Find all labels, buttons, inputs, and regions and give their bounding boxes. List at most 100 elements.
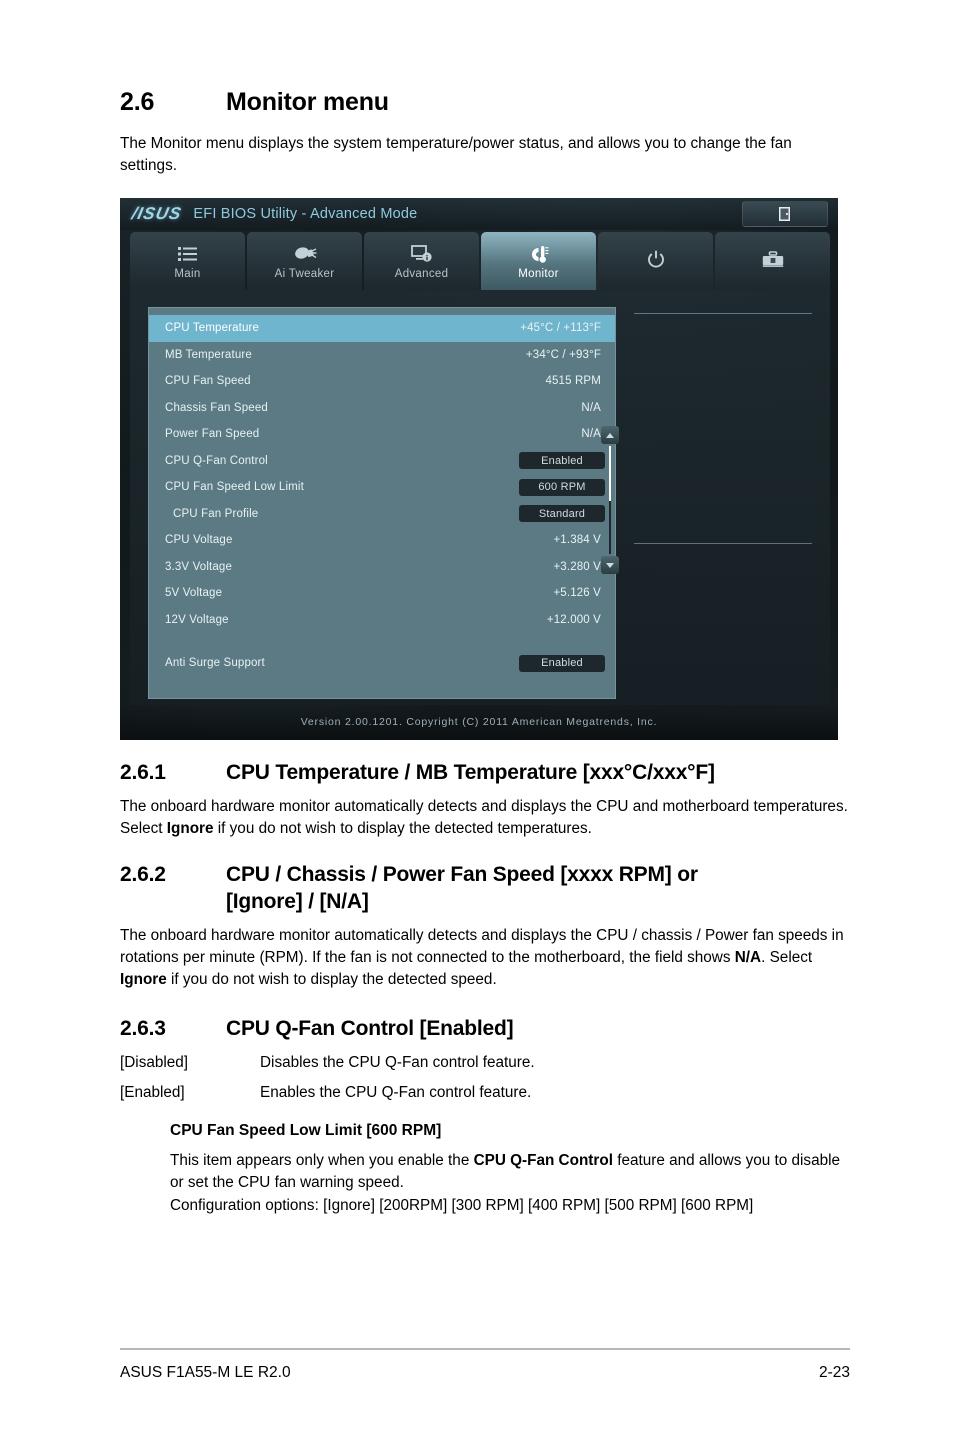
body-emphasis: CPU Q-Fan Control bbox=[473, 1152, 613, 1170]
bios-titlebar: /ISUS EFI BIOS Utility - Advanced Mode bbox=[120, 198, 838, 230]
body-part: if you do not wish to display the detect… bbox=[166, 971, 497, 989]
subsection-body: The onboard hardware monitor automatical… bbox=[120, 796, 850, 840]
tab-main-label: Main bbox=[174, 267, 201, 280]
nested-item-block: CPU Fan Speed Low Limit [600 RPM] This i… bbox=[170, 1122, 850, 1217]
body-part: This item appears only when you enable t… bbox=[170, 1152, 474, 1170]
list-scrollbar[interactable] bbox=[601, 426, 619, 574]
footer-page-number: 2-23 bbox=[818, 1364, 850, 1381]
section-number: 2.6 bbox=[120, 88, 155, 116]
subsection-2-6-3: 2.6.3 CPU Q-Fan Control [Enabled] [Disab… bbox=[120, 1016, 850, 1217]
subsection-title: CPU Temperature / MB Temperature [xxx°C/… bbox=[226, 761, 715, 784]
item-value-chip[interactable]: Enabled bbox=[519, 452, 605, 470]
bios-tab-bar[interactable]: Main Ai Tweaker Advanced Monitor bbox=[130, 232, 830, 290]
list-item[interactable]: CPU Q-Fan Control Enabled bbox=[149, 448, 615, 475]
toolbox-icon bbox=[762, 249, 784, 271]
list-item[interactable]: 3.3V Voltage +3.280 V bbox=[149, 554, 615, 581]
page: 2.6 Monitor menu The Monitor menu displa… bbox=[0, 0, 954, 1438]
item-value: +45°C / +113°F bbox=[520, 322, 601, 335]
option-row: [Disabled] Disables the CPU Q-Fan contro… bbox=[120, 1052, 850, 1074]
section-intro: The Monitor menu displays the system tem… bbox=[120, 135, 792, 175]
bios-content-area: CPU Temperature +45°C / +113°F MB Temper… bbox=[130, 290, 830, 705]
body-part: . Select bbox=[761, 948, 813, 966]
scroll-down-button[interactable] bbox=[601, 556, 619, 574]
list-item[interactable]: CPU Voltage +1.384 V bbox=[149, 527, 615, 554]
list-item[interactable]: CPU Fan Profile Standard bbox=[149, 501, 615, 528]
list-item[interactable]: CPU Temperature +45°C / +113°F bbox=[149, 315, 615, 342]
item-value-chip[interactable]: Standard bbox=[519, 505, 605, 523]
chevron-down-icon bbox=[606, 562, 614, 568]
exit-button[interactable] bbox=[742, 201, 828, 227]
item-label: 5V Voltage bbox=[165, 587, 223, 600]
item-value-chip[interactable]: Enabled bbox=[519, 654, 605, 672]
tab-advanced-label: Advanced bbox=[394, 267, 449, 280]
subsection-heading: 2.6.2 CPU / Chassis / Power Fan Speed [x… bbox=[120, 862, 850, 916]
subsection-number: 2.6.1 bbox=[120, 761, 166, 784]
option-desc: Enables the CPU Q-Fan control feature. bbox=[260, 1084, 532, 1102]
item-label: CPU Temperature bbox=[165, 322, 260, 335]
item-value-chip[interactable]: 600 RPM bbox=[519, 478, 605, 496]
tab-main[interactable]: Main bbox=[130, 232, 245, 290]
list-item[interactable]: CPU Fan Speed 4515 RPM bbox=[149, 368, 615, 395]
power-icon bbox=[646, 249, 666, 271]
list-item[interactable]: Chassis Fan Speed N/A bbox=[149, 395, 615, 422]
subsection-heading: 2.6.3 CPU Q-Fan Control [Enabled] bbox=[120, 1016, 850, 1043]
option-key: [Enabled] bbox=[120, 1084, 185, 1102]
item-value: +3.280 V bbox=[553, 560, 601, 573]
tab-monitor-label: Monitor bbox=[518, 267, 559, 280]
item-value: +1.384 V bbox=[553, 534, 601, 547]
item-value: +34°C / +93°F bbox=[525, 348, 601, 361]
body-emphasis: Ignore bbox=[166, 820, 214, 838]
chevron-up-icon bbox=[606, 432, 614, 438]
list-item[interactable]: 12V Voltage +12.000 V bbox=[149, 607, 615, 634]
tab-advanced[interactable]: Advanced bbox=[364, 232, 479, 290]
item-label: 3.3V Voltage bbox=[165, 560, 233, 573]
body-part: if you do not wish to display the detect… bbox=[213, 820, 592, 838]
item-label: CPU Fan Speed bbox=[165, 375, 251, 388]
body-emphasis: Ignore bbox=[120, 971, 167, 989]
item-value: N/A bbox=[581, 401, 601, 414]
subsection-heading: 2.6.1 CPU Temperature / MB Temperature [… bbox=[120, 760, 850, 787]
bios-version-text: Version 2.00.1201. Copyright (C) 2011 Am… bbox=[300, 716, 658, 728]
divider bbox=[634, 313, 812, 314]
monitor-info-icon bbox=[410, 243, 433, 265]
item-value: +12.000 V bbox=[546, 613, 601, 626]
list-item[interactable]: Power Fan Speed N/A bbox=[149, 421, 615, 448]
item-value: N/A bbox=[581, 428, 601, 441]
option-desc: Disables the CPU Q-Fan control feature. bbox=[260, 1053, 535, 1071]
footer-product-name: ASUS F1A55-M LE R2.0 bbox=[120, 1364, 291, 1381]
footer-rule bbox=[120, 1348, 850, 1350]
tab-ai-tweaker[interactable]: Ai Tweaker bbox=[247, 232, 362, 290]
asus-logo: /ISUS bbox=[130, 204, 184, 223]
tab-boot[interactable] bbox=[598, 232, 713, 290]
scrollbar-thumb[interactable] bbox=[609, 446, 611, 501]
item-label: MB Temperature bbox=[165, 348, 252, 361]
configuration-options: Configuration options: [Ignore] [200RPM]… bbox=[170, 1196, 754, 1214]
list-item[interactable]: CPU Fan Speed Low Limit 600 RPM bbox=[149, 474, 615, 501]
monitor-item-list[interactable]: CPU Temperature +45°C / +113°F MB Temper… bbox=[148, 307, 619, 699]
item-value: +5.126 V bbox=[553, 587, 601, 600]
list-item[interactable]: Anti Surge Support Enabled bbox=[149, 650, 615, 677]
divider bbox=[634, 543, 812, 544]
tab-tool[interactable] bbox=[715, 232, 830, 290]
scroll-up-button[interactable] bbox=[601, 426, 619, 444]
subsection-2-6-2: 2.6.2 CPU / Chassis / Power Fan Speed [x… bbox=[120, 862, 850, 1011]
exit-door-icon bbox=[778, 206, 792, 222]
subsection-title-line2: [Ignore] / [N/A] bbox=[226, 889, 369, 913]
item-label: CPU Fan Speed Low Limit bbox=[165, 481, 304, 494]
list-item[interactable]: MB Temperature +34°C / +93°F bbox=[149, 342, 615, 369]
list-item[interactable]: 5V Voltage +5.126 V bbox=[149, 580, 615, 607]
option-row: [Enabled] Enables the CPU Q-Fan control … bbox=[120, 1082, 850, 1104]
item-label: Power Fan Speed bbox=[165, 428, 260, 441]
item-label: CPU Q-Fan Control bbox=[165, 454, 268, 467]
item-value: 4515 RPM bbox=[545, 375, 601, 388]
bios-footer: Version 2.00.1201. Copyright (C) 2011 Am… bbox=[120, 704, 838, 740]
item-label: 12V Voltage bbox=[165, 613, 229, 626]
subsection-2-6-1: 2.6.1 CPU Temperature / MB Temperature [… bbox=[120, 760, 850, 860]
tab-monitor[interactable]: Monitor bbox=[481, 232, 596, 290]
bios-screenshot: /ISUS EFI BIOS Utility - Advanced Mode M… bbox=[120, 198, 838, 740]
page-title: 2.6 Monitor menu bbox=[120, 88, 850, 117]
subsection-body: The onboard hardware monitor automatical… bbox=[120, 925, 850, 992]
item-label: CPU Fan Profile bbox=[173, 507, 259, 520]
item-label: Anti Surge Support bbox=[165, 657, 265, 670]
